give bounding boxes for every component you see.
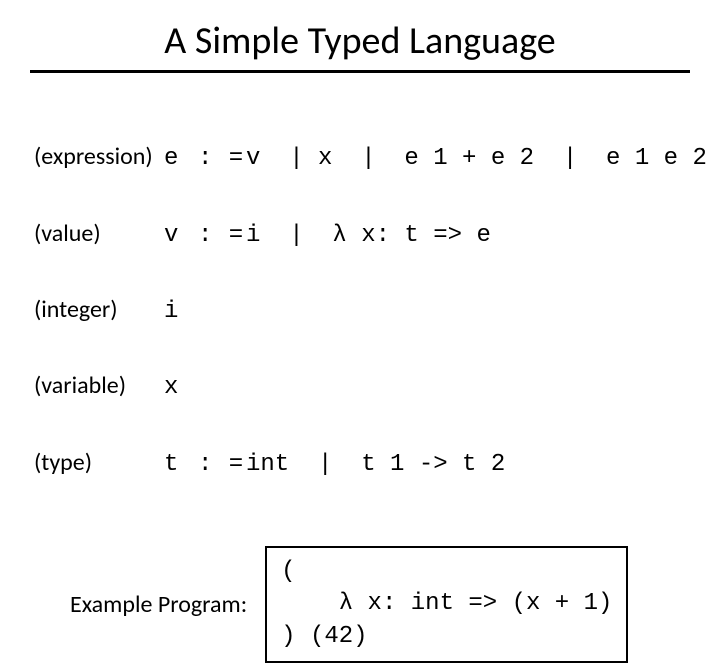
grammar-label: (value) (34, 215, 164, 252)
grammar-row: (expression)e: =v | x | e 1 + e 2 | e 1 … (34, 138, 690, 177)
grammar-symbol: x (164, 369, 198, 406)
grammar-symbol: t (164, 446, 198, 483)
example-row: Example Program: ( λ x: int => (x + 1) )… (70, 546, 690, 663)
grammar-row: (type)t: =int | t 1 -> t 2 (34, 444, 690, 483)
page-title: A Simple Typed Language (30, 18, 690, 64)
grammar-row: (integer)i (34, 291, 690, 330)
grammar-label: (type) (34, 444, 164, 481)
grammar-symbol: e (164, 140, 198, 177)
grammar-op: : = (198, 140, 246, 177)
grammar-row: (value)v: =i | λ x: t => e (34, 215, 690, 254)
grammar-op: : = (198, 217, 246, 254)
grammar-block: (expression)e: =v | x | e 1 + e 2 | e 1 … (34, 101, 690, 520)
grammar-rhs: i | λ x: t => e (246, 222, 491, 249)
grammar-label: (expression) (34, 138, 164, 175)
grammar-symbol: v (164, 217, 198, 254)
example-label: Example Program: (70, 590, 247, 619)
title-underline (30, 70, 690, 73)
grammar-symbol: i (164, 293, 198, 330)
grammar-row: (variable)x (34, 367, 690, 406)
grammar-label: (variable) (34, 367, 164, 404)
grammar-label: (integer) (34, 291, 164, 328)
grammar-rhs: v | x | e 1 + e 2 | e 1 e 2 (246, 145, 707, 172)
grammar-op: : = (198, 446, 246, 483)
example-code-box: ( λ x: int => (x + 1) ) (42) (265, 546, 628, 663)
grammar-rhs: int | t 1 -> t 2 (246, 451, 505, 478)
